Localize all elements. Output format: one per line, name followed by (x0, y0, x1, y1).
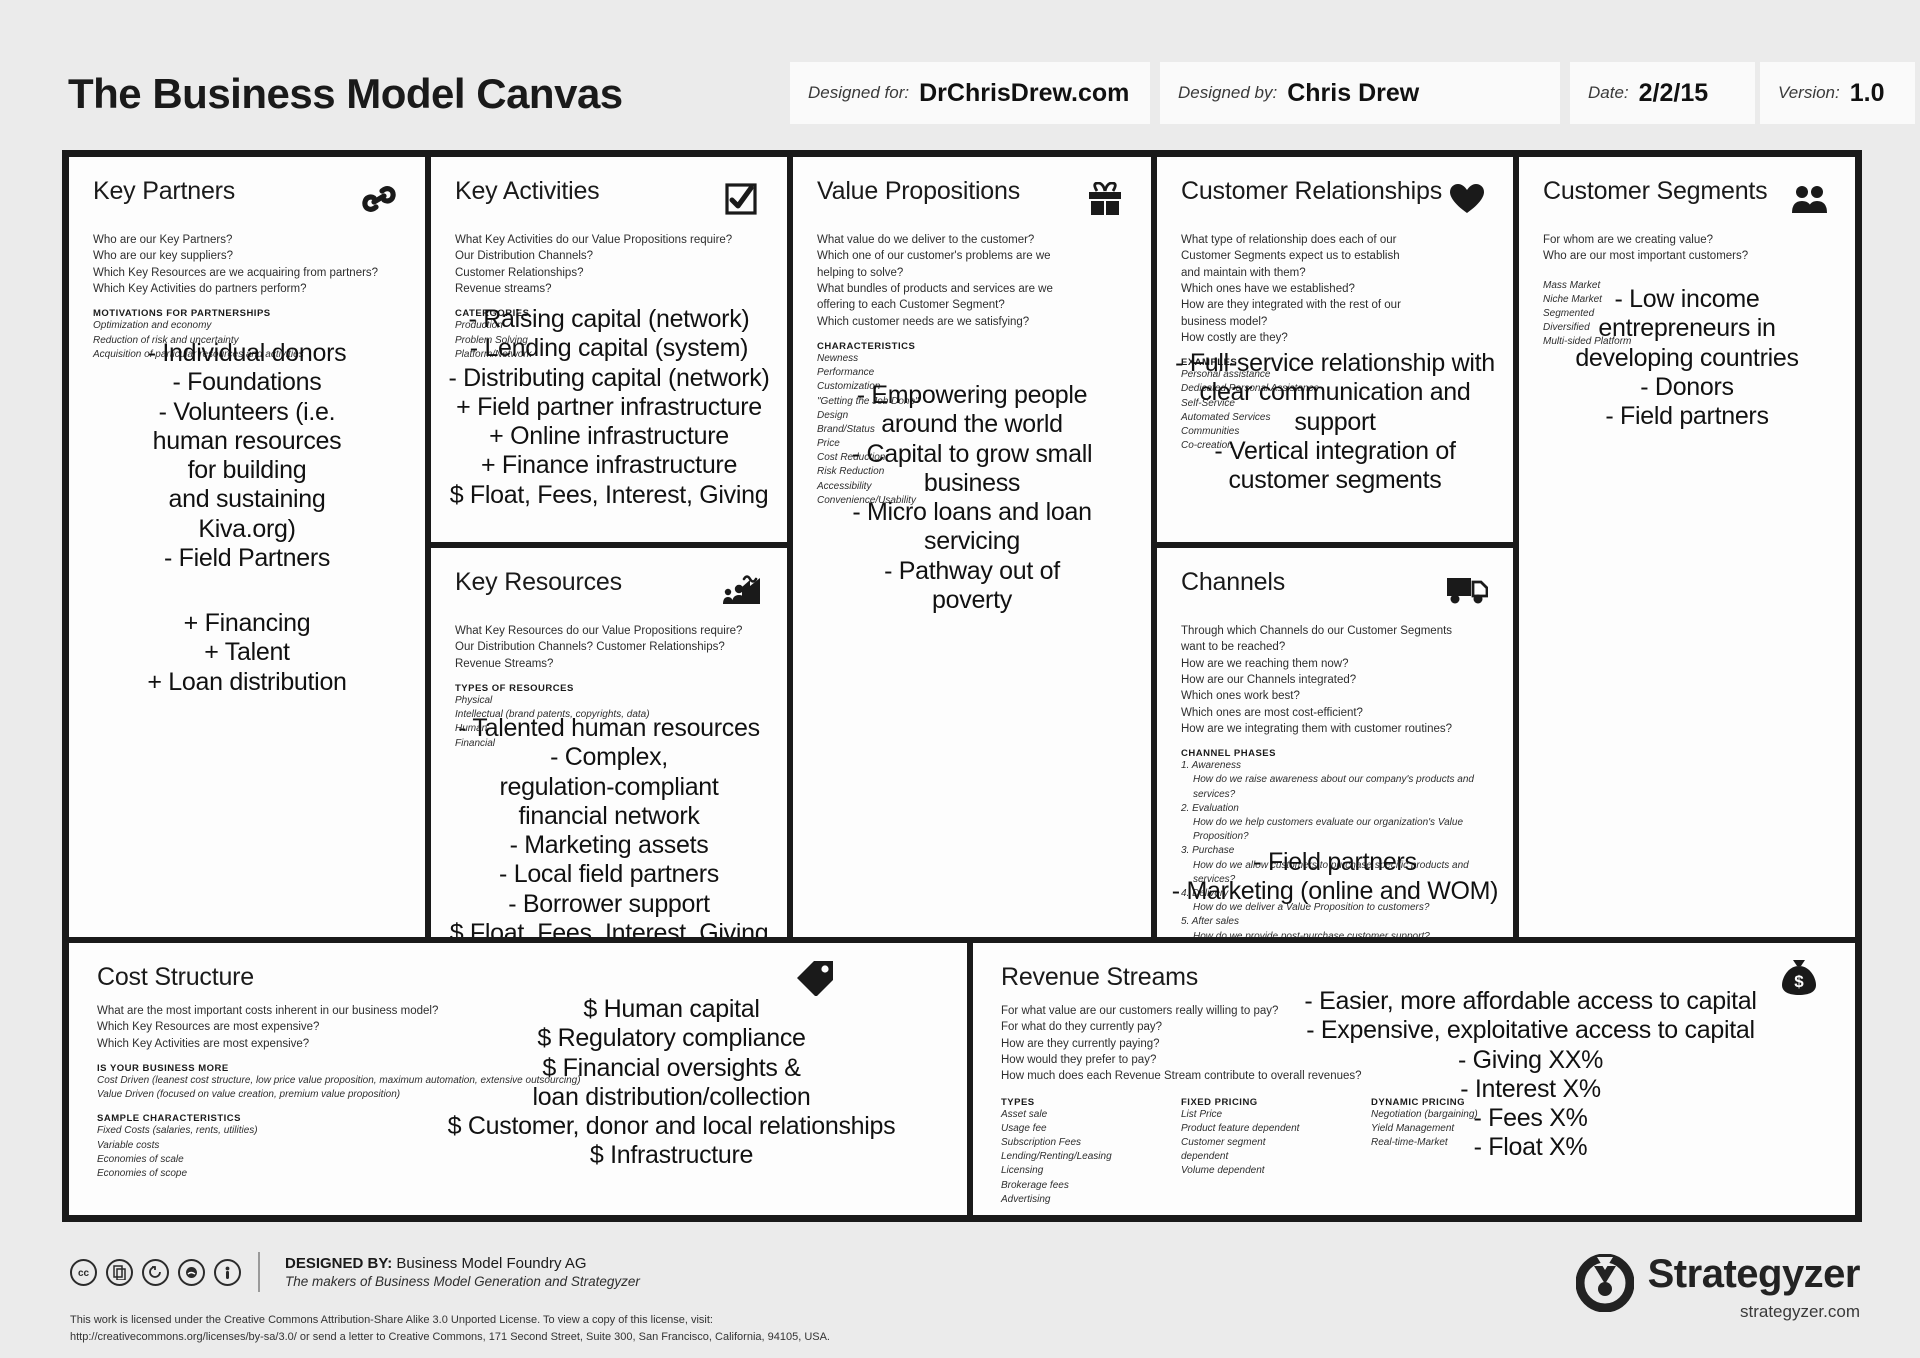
strategyzer-url[interactable]: strategyzer.com (1740, 1302, 1860, 1322)
copy-attribution-icon (106, 1258, 133, 1286)
date-field[interactable]: Date: 2/2/15 (1570, 62, 1755, 124)
notes-customer-relationships[interactable]: - Full-service relationship with clear c… (1167, 349, 1503, 495)
business-model-canvas-page: The Business Model Canvas Designed for: … (0, 0, 1920, 1358)
block-title-key-activities: Key Activities (455, 177, 600, 205)
delivery-truck-icon (1445, 570, 1489, 610)
gift-box-icon (1083, 179, 1127, 219)
notes-revenue-streams[interactable]: - Easier, more affordable access to capi… (1223, 987, 1838, 1163)
block-customer-relationships[interactable]: Customer Relationships What type of rela… (1157, 157, 1513, 542)
block-title-key-resources: Key Resources (455, 568, 622, 596)
block-key-partners[interactable]: Key Partners Who are our Key Partners? W… (69, 157, 425, 937)
block-cost-structure[interactable]: Cost Structure What are the most importa… (69, 943, 967, 1215)
page-title: The Business Model Canvas (68, 70, 623, 117)
two-people-icon (1787, 179, 1831, 219)
designed-by-field[interactable]: Designed by: Chris Drew (1160, 62, 1560, 124)
no-derivatives-icon (178, 1258, 205, 1286)
block-title-channels: Channels (1181, 568, 1286, 596)
subhead-value-propositions: CHARACTERISTICS (817, 340, 916, 352)
license-text: This work is licensed under the Creative… (70, 1312, 830, 1345)
notes-key-resources[interactable]: - Talented human resources - Complex, re… (441, 714, 777, 937)
heart-icon (1445, 179, 1489, 219)
block-revenue-streams[interactable]: Revenue Streams $ For what value are our… (973, 943, 1855, 1215)
price-tag-icon (793, 957, 837, 997)
block-title-cost-structure: Cost Structure (97, 963, 254, 991)
license-line-2: http://creativecommons.org/licenses/by-s… (70, 1330, 830, 1343)
block-title-key-partners: Key Partners (93, 177, 236, 205)
share-alike-icon (142, 1258, 169, 1286)
license-badges-row: cc DESIGNED BY: Business Model Foundry A… (70, 1252, 640, 1292)
notes-key-partners-secondary[interactable]: + Financing + Talent + Loan distribution (79, 609, 415, 697)
subhead-key-resources: TYPES OF RESOURCES (455, 682, 574, 694)
footer-designed-by: DESIGNED BY: Business Model Foundry AG T… (285, 1255, 640, 1289)
subhead-key-partners: MOTIVATIONS FOR PARTNERSHIPS (93, 308, 271, 320)
factory-people-icon (719, 570, 763, 610)
notes-key-activities[interactable]: - Raising capital (network) - Lending ca… (441, 305, 777, 510)
prompts-key-partners: Who are our Key Partners? Who are our ke… (93, 234, 379, 295)
designed-for-value: DrChrisDrew.com (919, 78, 1130, 107)
prompts-key-activities: What Key Activities do our Value Proposi… (455, 234, 733, 295)
footer-divider (258, 1252, 260, 1292)
strategyzer-logo-icon (1575, 1253, 1635, 1313)
footer-designed-by-value: Business Model Foundry AG (396, 1255, 587, 1272)
block-key-activities[interactable]: Key Activities What Key Activities do ou… (431, 157, 787, 542)
designed-by-value: Chris Drew (1287, 78, 1420, 107)
block-title-revenue-streams: Revenue Streams (1001, 963, 1199, 991)
block-title-value-propositions: Value Propositions (817, 177, 1021, 205)
block-key-resources[interactable]: Key Resources What Key Resources do our … (431, 548, 787, 937)
creative-commons-icon: cc (70, 1258, 97, 1286)
date-label: Date: (1588, 83, 1629, 102)
subhead-channels: CHANNEL PHASES (1181, 748, 1276, 760)
designed-for-label: Designed for: (808, 83, 910, 102)
notes-key-partners[interactable]: - Individual donors - Foundations - Volu… (79, 339, 415, 573)
svg-text:cc: cc (78, 1268, 90, 1279)
link-chain-icon (357, 179, 401, 219)
revenue-column-types: TYPES Asset sale Usage fee Subscription … (1001, 1097, 1181, 1207)
prompts-value-propositions: What value do we deliver to the customer… (817, 234, 1053, 328)
strategyzer-brand-name: Strategyzer (1647, 1252, 1861, 1296)
notes-channels[interactable]: - Field partners - Marketing (online and… (1167, 848, 1503, 907)
block-title-customer-relationships: Customer Relationships (1181, 177, 1442, 205)
license-line-1: This work is licensed under the Creative… (70, 1314, 713, 1326)
prompts-key-resources: What Key Resources do our Value Proposit… (455, 625, 743, 670)
designed-for-field[interactable]: Designed for: DrChrisDrew.com (790, 62, 1150, 124)
canvas-grid: Key Partners Who are our Key Partners? W… (62, 150, 1862, 1222)
strategyzer-brand[interactable]: Strategyzer strategyzer.com (1575, 1252, 1861, 1322)
subhead-revenue-types: TYPES (1001, 1096, 1035, 1108)
notes-value-propositions[interactable]: - Empowering people around the world - C… (803, 381, 1141, 615)
designed-by-label: Designed by: (1178, 83, 1278, 102)
prompts-channels: Through which Channels do our Customer S… (1181, 625, 1453, 735)
canvas-header: The Business Model Canvas Designed for: … (0, 0, 1920, 130)
footer-designed-by-sub: The makers of Business Model Generation … (285, 1274, 640, 1289)
block-channels[interactable]: Channels Through which Channels do our C… (1157, 548, 1513, 937)
prompts-customer-segments: For whom are we creating value? Who are … (1543, 234, 1749, 263)
version-label: Version: (1778, 83, 1840, 102)
sublist-revenue-types: Asset sale Usage fee Subscription Fees L… (1001, 1108, 1112, 1205)
version-value: 1.0 (1849, 78, 1885, 107)
block-value-propositions[interactable]: Value Propositions What value do we deli… (793, 157, 1151, 937)
date-value: 2/2/15 (1638, 78, 1709, 107)
notes-customer-segments[interactable]: - Low income entrepreneurs in developing… (1529, 285, 1845, 431)
canvas-footer: cc DESIGNED BY: Business Model Foundry A… (0, 1232, 1920, 1358)
notes-cost-structure[interactable]: $ Human capital $ Regulatory compliance … (399, 995, 944, 1171)
footer-designed-by-label: DESIGNED BY: (285, 1255, 393, 1272)
block-title-customer-segments: Customer Segments (1543, 177, 1768, 205)
prompts-customer-relationships: What type of relationship does each of o… (1181, 234, 1401, 344)
checkmark-box-icon (719, 179, 763, 219)
block-customer-segments[interactable]: Customer Segments For whom are we creati… (1519, 157, 1855, 937)
attribution-person-icon (214, 1258, 241, 1286)
version-field[interactable]: Version: 1.0 (1760, 62, 1915, 124)
